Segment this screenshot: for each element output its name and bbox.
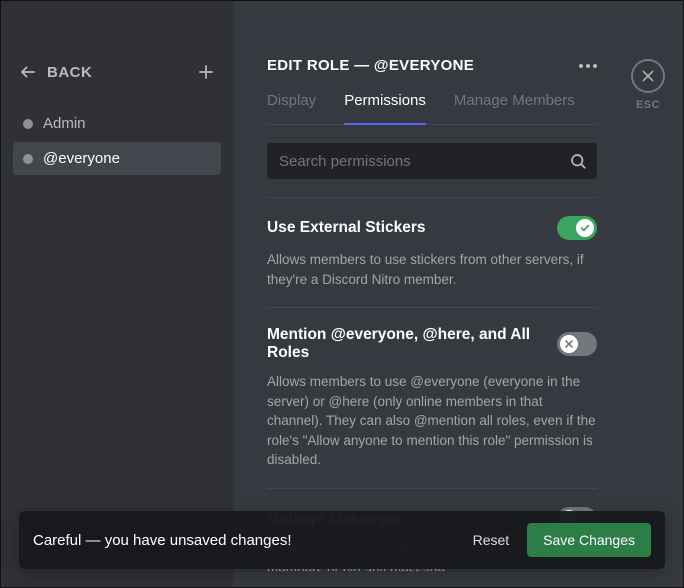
plus-icon xyxy=(197,63,215,81)
back-label: BACK xyxy=(47,64,92,81)
toggle-knob xyxy=(560,335,578,353)
main-panel: EDIT ROLE — @EVERYONE Display Permission… xyxy=(233,1,613,587)
toggle-knob xyxy=(576,219,594,237)
role-item-everyone[interactable]: @everyone xyxy=(13,142,221,175)
tab-permissions[interactable]: Permissions xyxy=(344,92,426,125)
search-icon xyxy=(569,152,587,170)
tab-bar: Display Permissions Manage Members xyxy=(267,92,597,125)
dot-icon xyxy=(579,64,583,68)
permission-toggle[interactable] xyxy=(557,216,597,240)
esc-label: ESC xyxy=(636,99,660,111)
add-role-button[interactable] xyxy=(197,63,215,81)
role-label: Admin xyxy=(43,115,86,132)
arrow-left-icon xyxy=(19,63,37,81)
role-label: @everyone xyxy=(43,150,120,167)
permission-description: Allows members to use @everyone (everyon… xyxy=(267,372,597,470)
permission-description: Allows members to use stickers from othe… xyxy=(267,250,597,289)
permission-title: Use External Stickers xyxy=(267,219,426,237)
close-button[interactable] xyxy=(631,59,665,93)
permission-title: Mention @everyone, @here, and All Roles xyxy=(267,326,557,362)
more-options-button[interactable] xyxy=(579,64,597,68)
permission-row: Use External Stickers Allows members to … xyxy=(267,198,597,308)
toast-message: Careful — you have unsaved changes! xyxy=(33,532,292,549)
close-icon xyxy=(640,68,656,84)
x-icon xyxy=(564,339,574,349)
unsaved-changes-toast: Careful — you have unsaved changes! Rese… xyxy=(19,511,665,569)
permission-row: Mention @everyone, @here, and All Roles … xyxy=(267,308,597,489)
search-permissions-input[interactable] xyxy=(267,143,597,179)
tab-display[interactable]: Display xyxy=(267,92,316,124)
dot-icon xyxy=(593,64,597,68)
roles-sidebar: BACK Admin @everyone xyxy=(1,1,233,587)
role-color-dot xyxy=(23,119,33,129)
dot-icon xyxy=(586,64,590,68)
role-item-admin[interactable]: Admin xyxy=(13,107,221,140)
back-button[interactable]: BACK xyxy=(19,63,92,81)
check-icon xyxy=(580,223,590,233)
tab-manage-members[interactable]: Manage Members xyxy=(454,92,575,124)
save-changes-button[interactable]: Save Changes xyxy=(527,523,651,557)
role-color-dot xyxy=(23,154,33,164)
close-pane: ESC xyxy=(613,1,683,587)
reset-button[interactable]: Reset xyxy=(473,532,510,548)
permission-toggle[interactable] xyxy=(557,332,597,356)
page-title: EDIT ROLE — @EVERYONE xyxy=(267,57,474,74)
